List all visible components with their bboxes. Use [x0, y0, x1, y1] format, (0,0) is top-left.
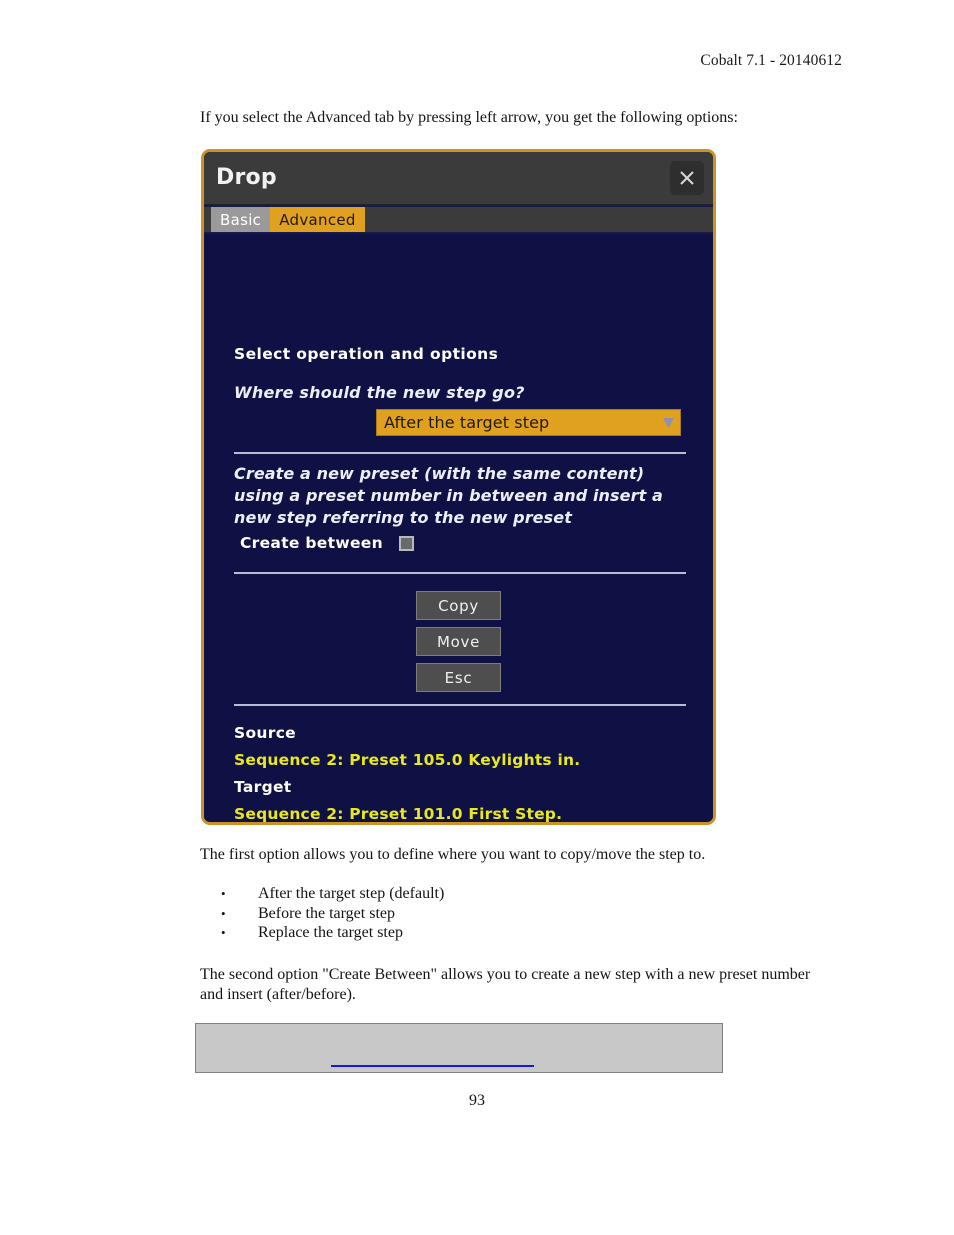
create-between-checkbox[interactable]	[398, 535, 414, 551]
second-option-paragraph: The second option "Create Between" allow…	[200, 966, 811, 1003]
create-between-description: Create a new preset (with the same conte…	[234, 464, 663, 527]
create-between-row[interactable]: Create between	[240, 534, 414, 552]
bullet-icon: •	[221, 886, 226, 901]
target-label: Target	[234, 778, 292, 796]
move-button[interactable]: Move	[416, 627, 501, 656]
chevron-down-icon	[656, 415, 680, 430]
list-item-label: Before the target step	[258, 904, 395, 922]
list-item: • Before the target step	[200, 905, 760, 925]
close-icon	[678, 169, 696, 187]
drop-info-block: Source Sequence 2: Preset 105.0 Keylight…	[234, 720, 581, 823]
list-item: • Replace the target step	[200, 924, 760, 944]
close-button[interactable]	[670, 161, 704, 195]
tab-advanced[interactable]: Advanced	[270, 207, 365, 232]
create-between-label: Create between	[240, 534, 383, 552]
list-item-label: Replace the target step	[258, 924, 403, 941]
dialog-button-stack: Copy Move Esc	[416, 591, 501, 692]
intro-paragraph: If you select the Advanced tab by pressi…	[200, 109, 738, 126]
tab-basic[interactable]: Basic	[211, 207, 271, 232]
list-item-label: After the target step (default)	[258, 885, 445, 902]
copy-button[interactable]: Copy	[416, 591, 501, 620]
source-label: Source	[234, 724, 296, 742]
list-item: • After the target step (default)	[200, 885, 760, 905]
dialog-tabbar: Basic Advanced	[204, 205, 713, 234]
source-value: Sequence 2: Preset 105.0 Keylights in.	[234, 751, 581, 769]
separator-middle	[234, 572, 686, 574]
step-position-dropdown-value: After the target step	[384, 413, 550, 432]
footer-link-underline[interactable]	[331, 1065, 534, 1067]
dialog-title: Drop	[216, 165, 277, 190]
separator-bottom	[234, 704, 686, 706]
esc-button[interactable]: Esc	[416, 663, 501, 692]
step-position-dropdown[interactable]: After the target step	[376, 409, 681, 436]
bullet-icon: •	[221, 925, 226, 940]
footer-box	[195, 1023, 723, 1073]
tab-basic-label: Basic	[220, 210, 262, 229]
separator-top	[234, 452, 686, 454]
target-value: Sequence 2: Preset 101.0 First Step.	[234, 805, 563, 823]
first-option-paragraph: The first option allows you to define wh…	[200, 846, 706, 863]
page-header: Cobalt 7.1 - 20140612	[700, 52, 842, 69]
tab-advanced-label: Advanced	[279, 210, 356, 229]
bullet-icon: •	[221, 905, 226, 921]
dialog-titlebar: Drop	[204, 152, 713, 205]
section-heading: Select operation and options	[234, 345, 499, 363]
question-label: Where should the new step go?	[234, 383, 525, 402]
dialog-body: Select operation and options Where shoul…	[204, 234, 713, 822]
page-number: 93	[469, 1092, 485, 1109]
drop-dialog: Drop Basic Advanced Select operation and…	[201, 149, 716, 825]
option-bullet-list: • After the target step (default) • Befo…	[200, 885, 760, 944]
